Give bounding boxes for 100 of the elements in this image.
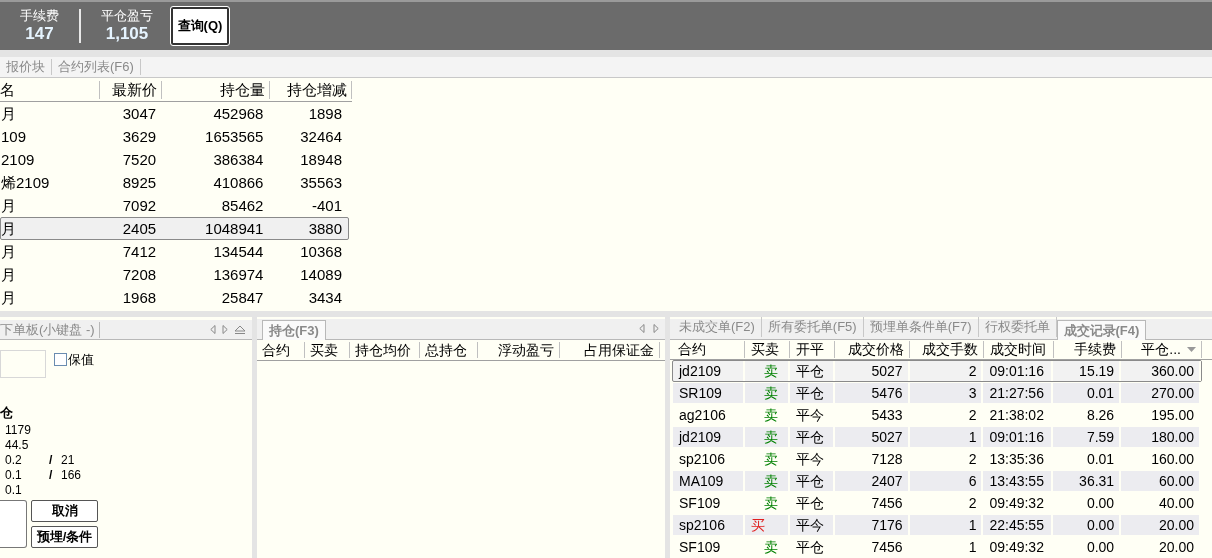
button[interactable]: 预埋/条件 xyxy=(31,526,98,548)
table-cell-text: 7412 xyxy=(121,241,158,262)
column-header[interactable]: 买卖 xyxy=(305,342,350,358)
input-field[interactable] xyxy=(0,500,27,548)
table-cell: 09:01:16 xyxy=(983,427,1054,447)
table-cell-text: 3047 xyxy=(121,103,158,124)
table-cell-text: 月 xyxy=(1,103,17,124)
left-arrow-icon[interactable] xyxy=(210,325,216,334)
column-header[interactable]: 买卖 xyxy=(745,341,790,358)
table-cell-text: -401 xyxy=(310,195,343,216)
table-cell-text: 10368 xyxy=(299,241,343,262)
table-cell: 5476 xyxy=(834,383,910,403)
table-cell: 平仓 xyxy=(789,361,835,381)
value-text: 0.1 xyxy=(4,483,23,498)
table-cell: 2 xyxy=(909,449,984,469)
table-cell: 3 xyxy=(909,383,984,403)
table-cell-text: 134544 xyxy=(212,241,265,262)
table-cell-text: 7208 xyxy=(121,264,158,285)
table-cell-text: 1653565 xyxy=(204,126,265,147)
table-cell: 卖 xyxy=(744,537,790,557)
right-arrow-icon[interactable] xyxy=(653,324,659,333)
selected-row[interactable]: 月 2405 1048941 3880 xyxy=(0,217,349,240)
table-cell: SR109 xyxy=(673,383,745,403)
table-cell: MA109 xyxy=(673,471,745,491)
table-cell: 160.00 xyxy=(1121,449,1201,469)
column-header[interactable]: 持仓增减 xyxy=(270,80,352,99)
column-header[interactable]: 平仓... xyxy=(1122,341,1202,358)
table-cell-text: 7520 xyxy=(121,149,158,170)
table-cell: 09:49:32 xyxy=(983,493,1054,513)
table-cell-text: 386384 xyxy=(212,149,265,170)
table-cell: 卖 xyxy=(744,383,790,403)
table-cell-text: 18948 xyxy=(299,149,343,170)
table-cell: 平仓 xyxy=(789,383,835,403)
table-cell-text: 85462 xyxy=(220,195,265,216)
table-cell: sp2106 xyxy=(673,449,745,469)
table-cell: SF109 xyxy=(673,537,745,557)
table-cell: sp2106 xyxy=(673,515,745,535)
table-cell: 5027 xyxy=(834,427,910,447)
table-cell: 平仓 xyxy=(789,493,835,513)
table-cell: 2 xyxy=(909,361,984,381)
table-cell: 13:43:55 xyxy=(983,471,1054,491)
table-cell: 5433 xyxy=(834,405,910,425)
table-cell: 270.00 xyxy=(1121,383,1201,403)
table-cell: 1 xyxy=(909,427,984,447)
table-cell: 20.00 xyxy=(1121,515,1201,535)
column-header[interactable]: 持仓量 xyxy=(162,80,270,99)
checkbox[interactable] xyxy=(54,353,67,367)
table-cell: 09:49:32 xyxy=(983,537,1054,557)
stat-value: 147 xyxy=(25,24,54,44)
column-header[interactable]: 开平 xyxy=(790,341,835,358)
column-header[interactable]: 浮动盈亏 xyxy=(478,342,560,358)
table-cell: 7.59 xyxy=(1053,427,1122,447)
selected-row[interactable]: jd2109 卖 平仓 5027 2 09:01:16 15.19 360.00 xyxy=(672,360,1202,382)
column-header[interactable]: 合约 xyxy=(672,341,745,358)
table-cell: 卖 xyxy=(744,361,790,381)
column-header[interactable]: 总持仓 xyxy=(420,342,478,358)
table-cell-text: 烯2109 xyxy=(1,172,51,193)
table-cell: 2 xyxy=(909,405,984,425)
table-cell-text: 月 xyxy=(1,241,17,262)
table-cell-text: 月 xyxy=(1,264,17,285)
left-arrow-icon[interactable] xyxy=(639,324,645,333)
right-arrow-icon[interactable] xyxy=(222,325,228,334)
query-button[interactable]: 查询(Q) xyxy=(171,7,229,45)
eject-icon[interactable] xyxy=(234,325,246,334)
table-cell: 195.00 xyxy=(1121,405,1201,425)
table-cell: 7456 xyxy=(834,493,910,513)
section-heading: 仓 xyxy=(0,405,13,421)
sort-arrow-icon[interactable] xyxy=(1187,347,1196,352)
checkbox-label: 保值 xyxy=(68,351,94,369)
table-cell-text: 8925 xyxy=(121,172,158,193)
column-header[interactable]: 成交手数 xyxy=(910,341,984,358)
column-header[interactable]: 成交时间 xyxy=(984,341,1054,358)
column-header[interactable]: 持仓均价 xyxy=(350,342,420,358)
table-cell: 60.00 xyxy=(1121,471,1201,491)
table-cell: 21:38:02 xyxy=(983,405,1054,425)
table-cell-text: 1968 xyxy=(121,287,158,308)
stat-label: 平仓盈亏 xyxy=(101,8,153,24)
column-header[interactable]: 成交价格 xyxy=(835,341,910,358)
column-header[interactable]: 最新价 xyxy=(100,80,162,99)
table-cell: 平仓 xyxy=(789,537,835,557)
table-cell-text: 2405 xyxy=(121,218,158,239)
column-header[interactable]: 名 xyxy=(0,80,100,99)
table-cell: 20.00 xyxy=(1121,537,1201,557)
value-text: 44.5 xyxy=(4,438,30,453)
table-cell-text: 109 xyxy=(1,126,28,147)
table-cell: 平今 xyxy=(789,449,835,469)
column-header[interactable]: 占用保证金 xyxy=(560,342,660,358)
column-header[interactable]: 合约 xyxy=(257,342,305,358)
table-cell-text: 410866 xyxy=(212,172,265,193)
stat-label: 手续费 xyxy=(20,8,59,24)
table-cell: jd2109 xyxy=(673,361,745,381)
table-cell: 2 xyxy=(909,493,984,513)
table-cell: 买 xyxy=(744,515,790,535)
column-header[interactable]: 手续费 xyxy=(1054,341,1122,358)
table-cell: 6 xyxy=(909,471,984,491)
table-cell-text: 452968 xyxy=(212,103,265,124)
table-cell-text: 3629 xyxy=(121,126,158,147)
table-cell: SF109 xyxy=(673,493,745,513)
table-cell: 36.31 xyxy=(1053,471,1122,491)
button[interactable]: 取消 xyxy=(31,500,98,522)
